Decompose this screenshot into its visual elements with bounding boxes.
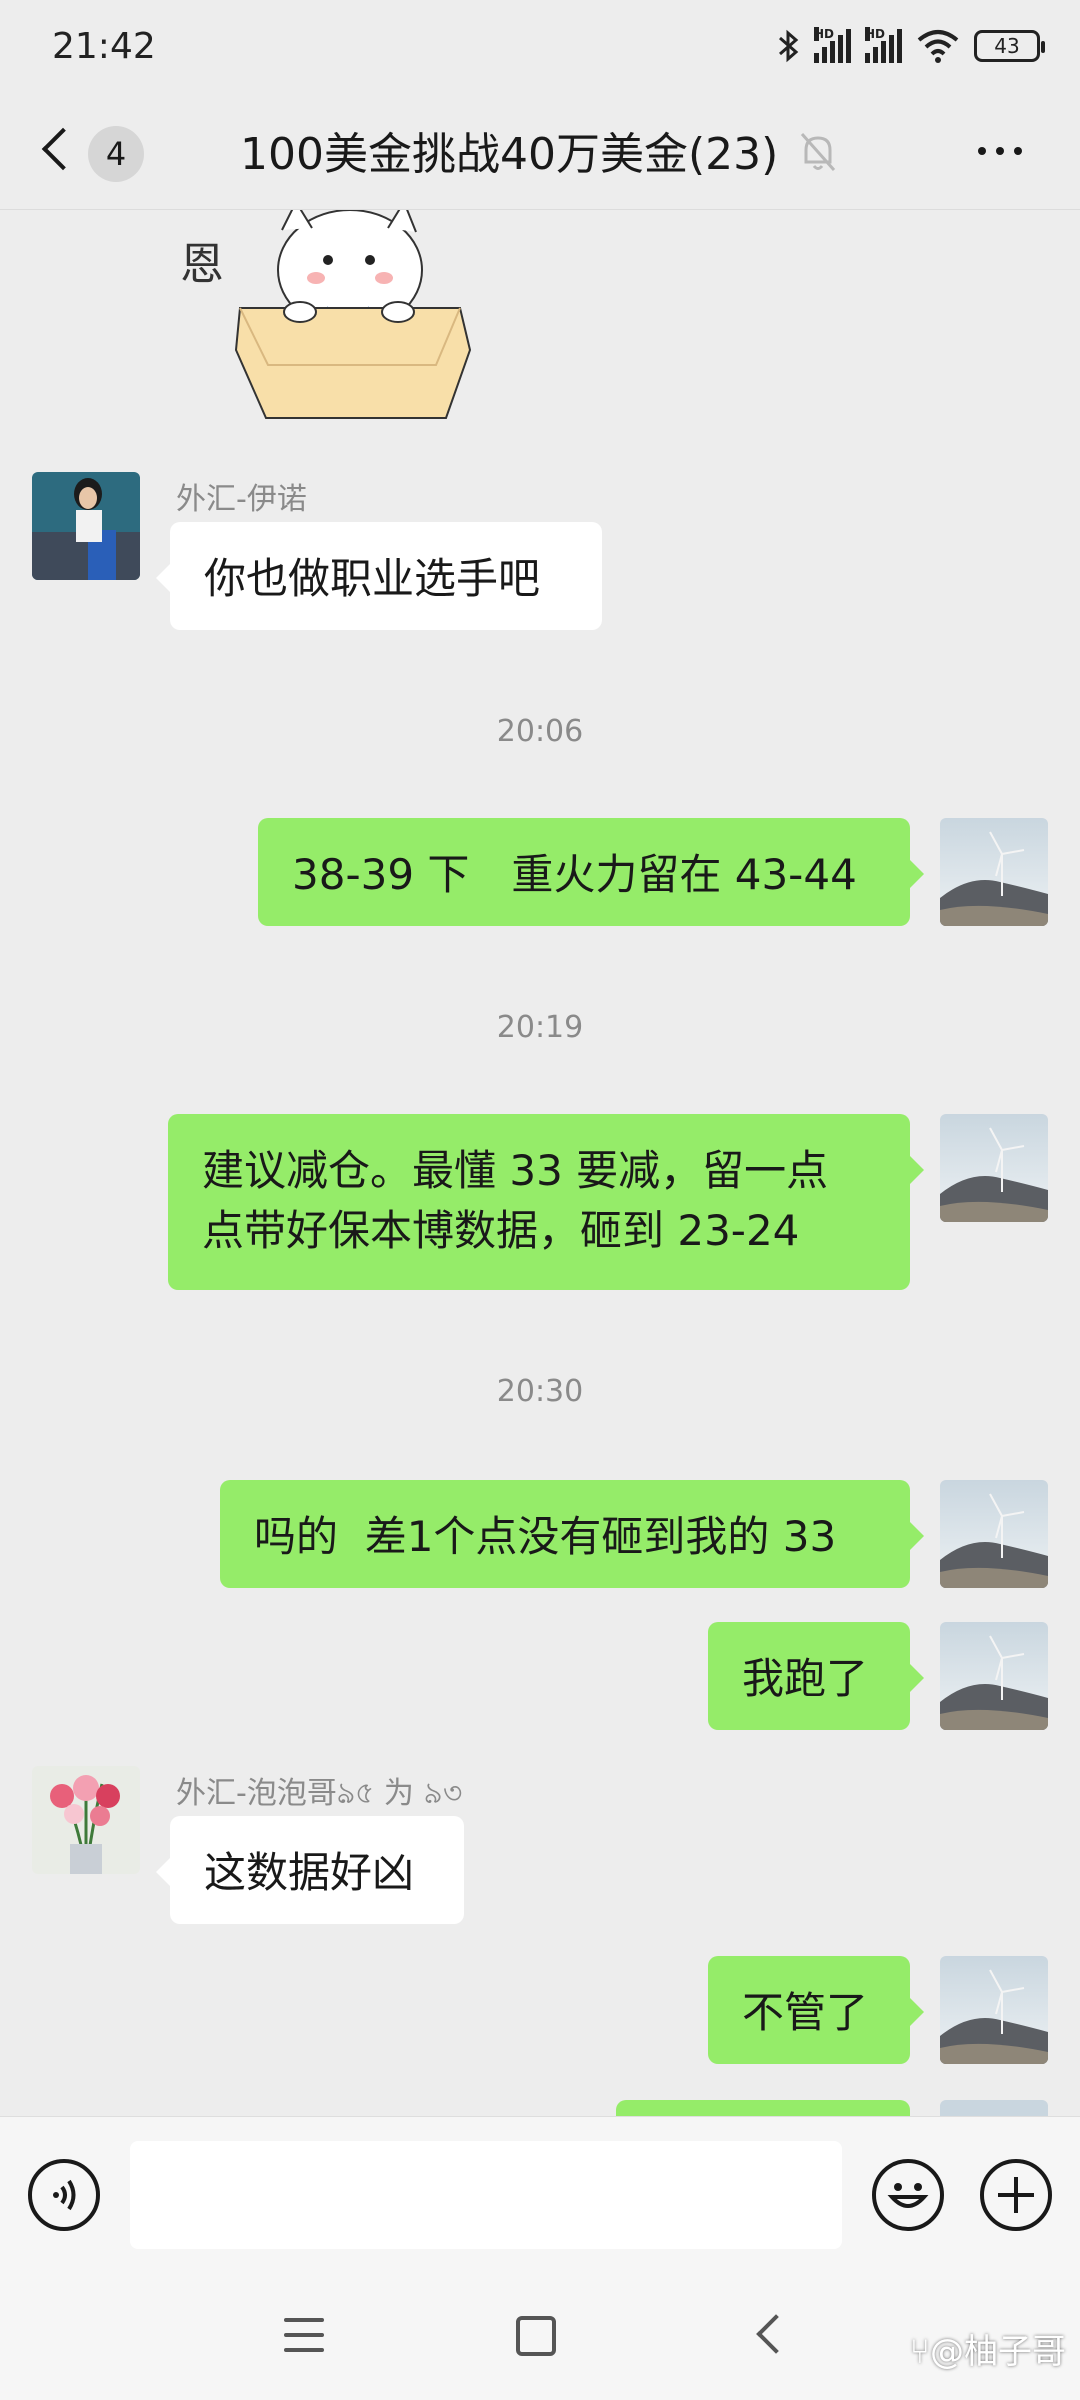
bell-off-icon: [800, 133, 836, 171]
system-back-button[interactable]: [756, 2314, 796, 2354]
status-bar: 21:42 HD HD 43: [0, 0, 1080, 96]
chat-title: 100美金挑战40万美金(23): [240, 129, 779, 180]
back-button[interactable]: 4: [38, 120, 148, 184]
more-dots-icon: [978, 147, 986, 155]
hd-label-1: HD: [814, 27, 835, 41]
avatar-self[interactable]: [940, 2100, 1048, 2116]
more-dot: [996, 147, 1004, 155]
status-icons: HD HD 43: [776, 27, 1045, 64]
system-nav-bar: ⑂@柚子哥: [0, 2274, 1080, 2400]
avatar[interactable]: [32, 472, 140, 580]
sender-name: 外汇-泡泡哥ঌ৫ 为 ৯৩: [176, 1776, 463, 1811]
chevron-left-icon: [41, 127, 85, 171]
title-bar: 4 100美金挑战40万美金(23): [0, 96, 1080, 210]
message-bubble-partial[interactable]: [616, 2100, 910, 2116]
input-bar: [0, 2116, 1080, 2274]
voice-icon: [53, 2179, 76, 2211]
timestamp: 20:19: [496, 1010, 584, 1045]
message-bubble[interactable]: 这数据好凶: [156, 1816, 464, 1924]
timestamp: 20:06: [496, 714, 584, 749]
watermark: ⑂@柚子哥: [909, 2332, 1066, 2372]
more-functions-button[interactable]: [980, 2159, 1052, 2231]
more-options-button[interactable]: [978, 136, 1038, 166]
message-bubble[interactable]: 你也做职业选手吧: [156, 522, 602, 630]
voice-input-button[interactable]: [28, 2159, 100, 2231]
message-bubble[interactable]: 不管了: [708, 1956, 924, 2064]
sender-name: 外汇-伊诺: [176, 482, 307, 517]
message-line: 点带好保本博数据，砸到 23-24: [202, 1206, 800, 1255]
emoji-button[interactable]: [872, 2159, 944, 2231]
status-time: 21:42: [52, 26, 156, 67]
sticker-text: 恩: [180, 239, 224, 290]
message-bubble[interactable]: 38-39 下 重火力留在 43-44: [258, 818, 924, 926]
bluetooth-icon: [779, 29, 799, 63]
avatar-self[interactable]: [940, 1480, 1048, 1588]
message-line: 建议减仓。最懂 33 要减，留一点: [202, 1146, 829, 1195]
home-button[interactable]: [516, 2316, 556, 2356]
message-bubble[interactable]: 吗的 差1个点没有砸到我的 33: [220, 1480, 924, 1588]
message-input[interactable]: [130, 2141, 842, 2249]
cell-signal-1-icon: HD: [814, 27, 851, 63]
hd-label-2: HD: [865, 27, 886, 41]
avatar-self[interactable]: [940, 1622, 1048, 1730]
message-bubble[interactable]: 建议减仓。最懂 33 要减，留一点 点带好保本博数据，砸到 23-24: [168, 1114, 924, 1290]
recent-apps-button[interactable]: [284, 2318, 324, 2354]
message-bubble[interactable]: 我跑了: [708, 1622, 924, 1730]
battery-icon: 43: [974, 30, 1045, 62]
more-dot: [1014, 147, 1022, 155]
avatar-self[interactable]: [940, 1956, 1048, 2064]
wifi-icon: [917, 30, 959, 63]
cell-signal-2-icon: HD: [865, 27, 902, 63]
timestamp: 20:30: [496, 1374, 584, 1409]
unread-badge: 4: [88, 126, 144, 182]
emoji-icon: [887, 2183, 929, 2208]
message-list[interactable]: 恩 外汇-伊诺 你也做职业选手吧 20:06 38-39 下 重火力留在 43-…: [0, 210, 1080, 2116]
avatar[interactable]: [32, 1766, 140, 1874]
plus-icon: [998, 2177, 1034, 2213]
avatar-self[interactable]: [940, 818, 1048, 926]
avatar-self[interactable]: [940, 1114, 1048, 1222]
